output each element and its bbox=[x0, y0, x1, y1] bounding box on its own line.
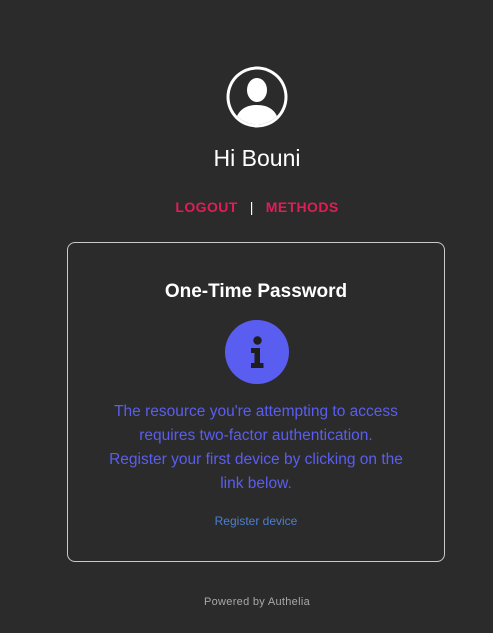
logout-link[interactable]: LOGOUT bbox=[175, 199, 237, 215]
user-greeting: Hi Bouni bbox=[213, 145, 301, 171]
login-page: Hi Bouni LOGOUT | METHODS One-Time Passwor… bbox=[0, 0, 493, 633]
message-line: The resource you're attempting to access bbox=[114, 403, 398, 420]
powered-by-footer: Powered by Authelia bbox=[204, 596, 310, 608]
otp-message: The resource you're attempting to access… bbox=[88, 400, 424, 496]
nav-separator: | bbox=[249, 199, 254, 215]
methods-link[interactable]: METHODS bbox=[266, 199, 339, 215]
message-line: Register your first device by clicking o… bbox=[109, 451, 403, 468]
avatar-icon bbox=[226, 66, 288, 128]
message-line: link below. bbox=[220, 475, 292, 492]
otp-card: One-Time Password The resource you're at… bbox=[67, 242, 445, 562]
register-device-link[interactable]: Register device bbox=[68, 514, 444, 528]
nav-links: LOGOUT | METHODS bbox=[0, 197, 493, 217]
message-line: requires two-factor authentication. bbox=[139, 427, 373, 444]
card-title: One-Time Password bbox=[164, 281, 348, 302]
info-icon bbox=[225, 320, 289, 384]
